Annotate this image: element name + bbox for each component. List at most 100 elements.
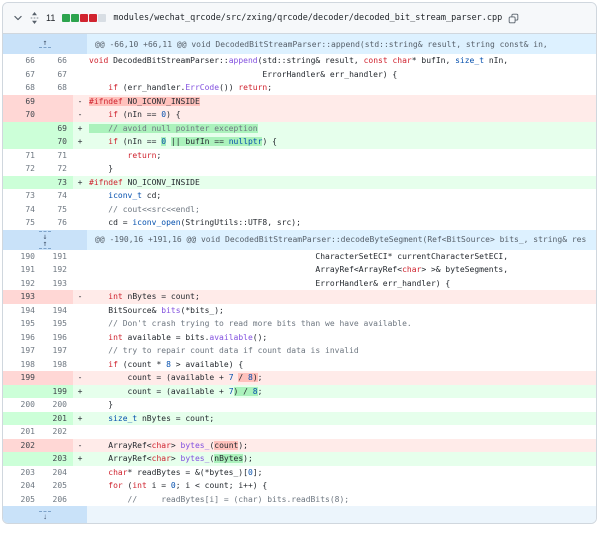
old-line-number[interactable]: 70 xyxy=(3,108,41,122)
file-path[interactable]: modules/wechat_qrcode/src/zxing/qrcode/d… xyxy=(113,13,502,23)
old-line-number[interactable]: 194 xyxy=(3,303,41,317)
new-line-number[interactable]: 72 xyxy=(41,162,73,176)
old-line-number[interactable]: 197 xyxy=(3,344,41,358)
new-line-number[interactable]: 70 xyxy=(41,135,73,149)
new-line-number[interactable]: 67 xyxy=(41,67,73,81)
new-line-number[interactable]: 197 xyxy=(41,344,73,358)
new-line-number[interactable]: 68 xyxy=(41,81,73,95)
new-line-number[interactable]: 66 xyxy=(41,54,73,68)
new-line-number[interactable]: 195 xyxy=(41,317,73,331)
diff-marker xyxy=(73,317,87,331)
old-line-number[interactable]: 203 xyxy=(3,465,41,479)
old-line-number[interactable] xyxy=(3,411,41,425)
new-line-number[interactable]: 203 xyxy=(41,452,73,466)
new-line-number[interactable] xyxy=(41,438,73,452)
new-line-number[interactable]: 194 xyxy=(41,303,73,317)
diff-row: 203 + ArrayRef<char> bytes_(nBytes); xyxy=(3,452,596,466)
old-line-number[interactable]: 199 xyxy=(3,371,41,385)
code-line: cd = iconv_open(StringUtils::UTF8, src); xyxy=(87,216,596,230)
old-line-number[interactable]: 205 xyxy=(3,492,41,506)
old-line-number[interactable]: 66 xyxy=(3,54,41,68)
new-line-number[interactable]: 201 xyxy=(41,411,73,425)
old-line-number[interactable]: 201 xyxy=(3,425,41,439)
new-line-number[interactable] xyxy=(41,94,73,108)
diff-marker: + xyxy=(73,121,87,135)
diff-marker xyxy=(73,276,87,290)
new-line-number[interactable]: 199 xyxy=(41,384,73,398)
hunk-header-text: @@ -66,10 +66,11 @@ void DecodedBitStrea… xyxy=(95,39,548,49)
new-line-number[interactable] xyxy=(41,290,73,304)
new-line-number[interactable]: 74 xyxy=(41,189,73,203)
new-line-number[interactable]: 192 xyxy=(41,263,73,277)
old-line-number[interactable]: 75 xyxy=(3,216,41,230)
expand-down-icon: ↓ xyxy=(43,511,47,521)
new-line-number[interactable]: 204 xyxy=(41,465,73,479)
code-line: // readBytes[i] = (char) bits.readBits(8… xyxy=(87,492,596,506)
old-line-number[interactable]: 196 xyxy=(3,330,41,344)
old-line-number[interactable] xyxy=(3,175,41,189)
diff-row: 70 - if (nIn == 0) { xyxy=(3,108,596,122)
old-line-number[interactable] xyxy=(3,452,41,466)
expand-down-button[interactable]: ↓ xyxy=(3,506,87,523)
old-line-number[interactable]: 67 xyxy=(3,67,41,81)
expand-footer-spacer xyxy=(87,506,596,523)
new-line-number[interactable]: 191 xyxy=(41,249,73,263)
diff-marker: - xyxy=(73,108,87,122)
old-line-number[interactable]: 73 xyxy=(3,189,41,203)
hunk-header-row: ↑ @@ -66,10 +66,11 @@ void DecodedBitStre… xyxy=(3,34,596,54)
old-line-number[interactable] xyxy=(3,121,41,135)
code-line: ArrayRef<char> bytes_(count); xyxy=(87,438,596,452)
new-line-number[interactable]: 193 xyxy=(41,276,73,290)
code-line: count = (available + 7) / 8; xyxy=(87,384,596,398)
new-line-number[interactable] xyxy=(41,108,73,122)
collapse-file-button[interactable] xyxy=(13,13,23,23)
chevron-down-icon xyxy=(14,15,22,21)
diff-marker: - xyxy=(73,371,87,385)
new-line-number[interactable]: 200 xyxy=(41,398,73,412)
old-line-number[interactable]: 68 xyxy=(3,81,41,95)
expand-down-button[interactable]: ↓ xyxy=(3,230,87,240)
expand-up-button[interactable]: ↑ xyxy=(3,238,87,250)
new-line-number[interactable]: 73 xyxy=(41,175,73,189)
diff-row: 190 191 CharacterSetECI* currentCharacter… xyxy=(3,249,596,263)
code-line: #ifndef NO_ICONV_INSIDE xyxy=(87,175,596,189)
old-line-number[interactable]: 192 xyxy=(3,276,41,290)
expand-up-icon: ↑ xyxy=(42,238,48,248)
old-line-number[interactable]: 204 xyxy=(3,479,41,493)
old-line-number[interactable] xyxy=(3,135,41,149)
code-line: int available = bits.available(); xyxy=(87,330,596,344)
old-line-number[interactable]: 190 xyxy=(3,249,41,263)
old-line-number[interactable]: 191 xyxy=(3,263,41,277)
new-line-number[interactable]: 196 xyxy=(41,330,73,344)
diff-row: 201 202 xyxy=(3,425,596,439)
old-line-number[interactable]: 200 xyxy=(3,398,41,412)
new-line-number[interactable]: 198 xyxy=(41,357,73,371)
new-line-number[interactable]: 205 xyxy=(41,479,73,493)
old-line-number[interactable]: 195 xyxy=(3,317,41,331)
new-line-number[interactable]: 75 xyxy=(41,202,73,216)
new-line-number[interactable]: 76 xyxy=(41,216,73,230)
expand-up-button[interactable]: ↑ xyxy=(3,34,87,54)
old-line-number[interactable]: 71 xyxy=(3,148,41,162)
diff-row: 199 - count = (available + 7 / 8); xyxy=(3,371,596,385)
old-line-number[interactable]: 69 xyxy=(3,94,41,108)
old-line-number[interactable] xyxy=(3,384,41,398)
diff-row: 69 + // avoid null pointer exception xyxy=(3,121,596,135)
old-line-number[interactable]: 72 xyxy=(3,162,41,176)
new-line-number[interactable]: 69 xyxy=(41,121,73,135)
old-line-number[interactable]: 193 xyxy=(3,290,41,304)
unfold-button[interactable] xyxy=(30,12,39,24)
code-line: iconv_t cd; xyxy=(87,189,596,203)
new-line-number[interactable]: 71 xyxy=(41,148,73,162)
code-line: } xyxy=(87,398,596,412)
old-line-number[interactable]: 74 xyxy=(3,202,41,216)
code-line: void DecodedBitStreamParser::append(std:… xyxy=(87,54,596,68)
new-line-number[interactable]: 202 xyxy=(41,425,73,439)
new-line-number[interactable]: 206 xyxy=(41,492,73,506)
old-line-number[interactable]: 198 xyxy=(3,357,41,371)
new-line-number[interactable] xyxy=(41,371,73,385)
expand-up-icon: ↑ xyxy=(42,38,48,47)
old-line-number[interactable]: 202 xyxy=(3,438,41,452)
code-line: size_t nBytes = count; xyxy=(87,411,596,425)
copy-path-button[interactable] xyxy=(508,13,519,24)
